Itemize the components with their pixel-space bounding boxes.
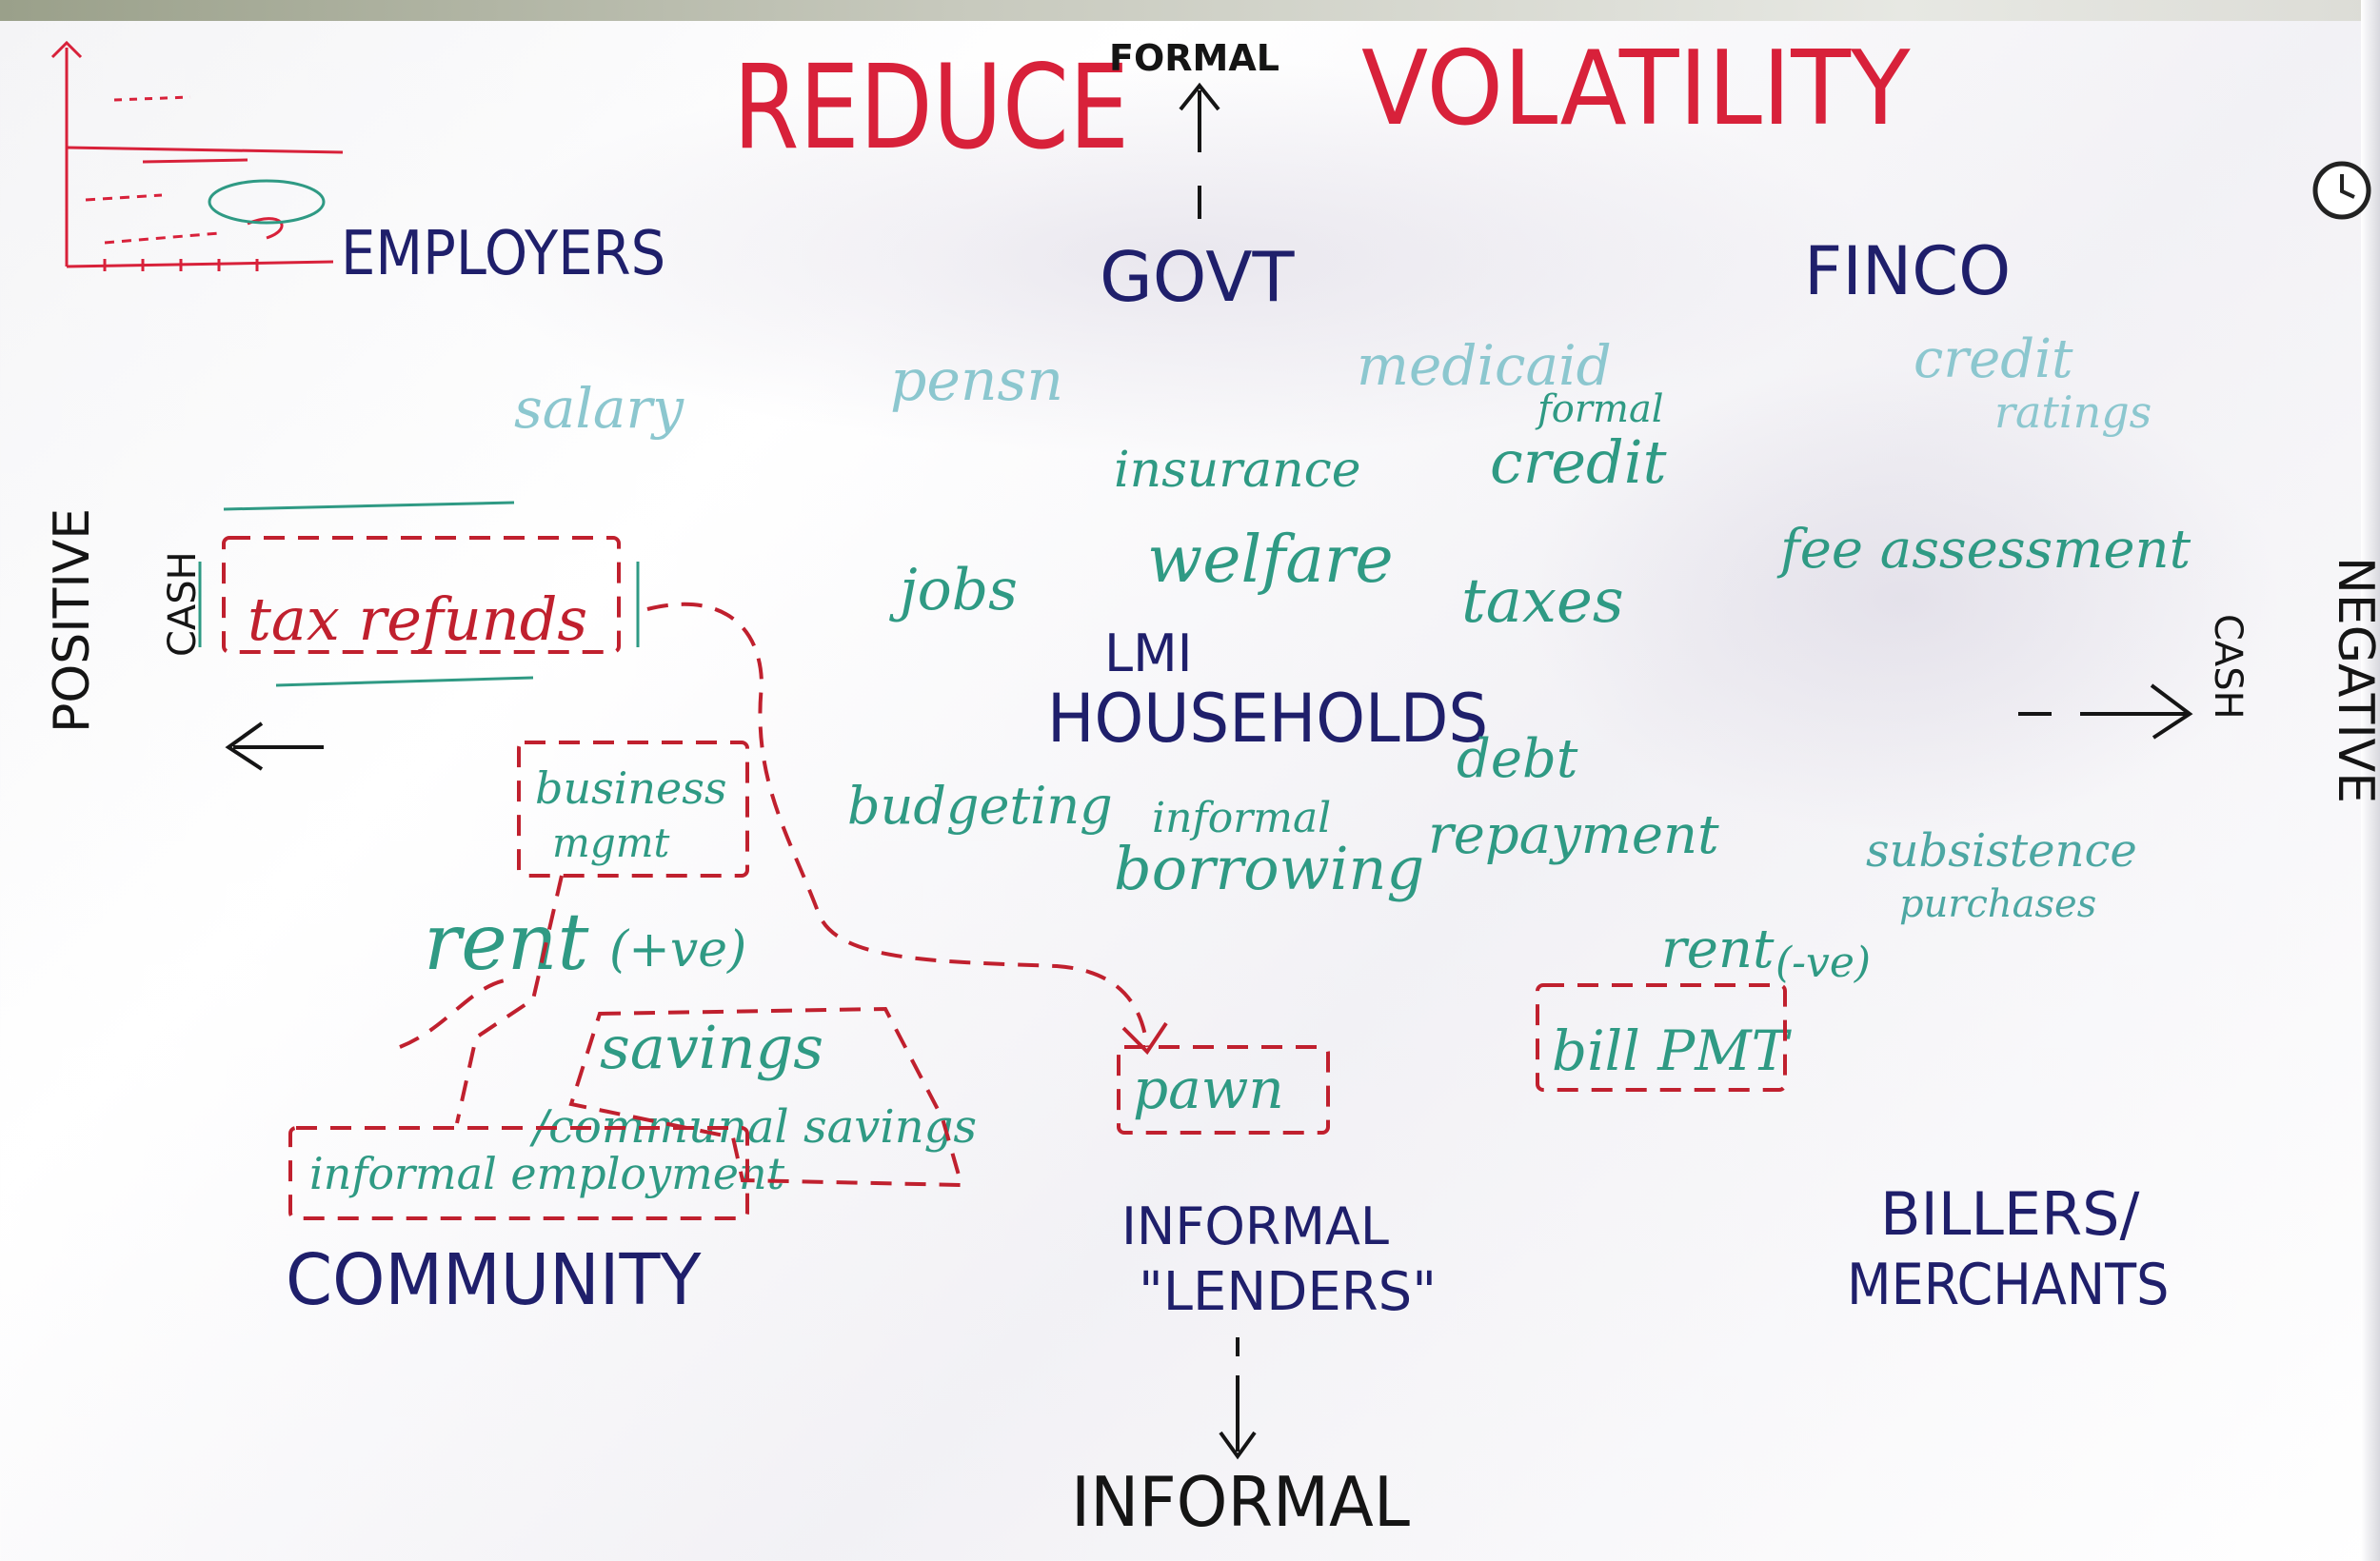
actor-employers: EMPLOYERS [341,219,666,289]
arrow-icon [1219,1337,1257,1460]
connector-line [399,978,506,1049]
positive-cash-label-line2: CASH [161,551,205,657]
flow-medicaid: medicaid [1357,333,1612,398]
flow-debt: debt [1457,728,1578,790]
actor-informal-lenders-line1: INFORMAL [1121,1196,1390,1256]
flow-informal-employment: informal employment [309,1148,785,1199]
clock-icon [2312,161,2371,220]
actor-community: COMMUNITY [286,1239,702,1321]
negative-cash-label: NEGATIVE [2327,557,2380,804]
positive-cash-label: POSITIVE [44,507,101,733]
flow-purchases: purchases [1899,882,2097,926]
flow-formal: formal [1537,387,1664,431]
actor-households: HOUSEHOLDS [1047,680,1489,758]
whiteboard: REDUCE FORMAL VOLATILITY EMPLOYERS GOVT … [0,0,2380,1561]
flow-fee-assessment: fee assessment [1780,519,2192,581]
whiteboard-frame [0,0,2380,21]
flow-insurance: insurance [1114,442,1361,499]
flow-budgeting: budgeting [847,776,1113,836]
flow-subsistence: subsistence [1866,824,2137,878]
flow-jobs: jobs [900,557,1018,623]
arrow-icon [225,721,324,771]
negative-cash-label-line2: CASH [2206,614,2250,720]
flow-repayment: repayment [1428,804,1719,866]
flow-savings: savings [600,1013,824,1082]
flow-rent-negative-note: (-ve) [1775,939,1872,987]
flow-rent-positive: rent [424,898,589,988]
actor-govt: GOVT [1100,237,1295,317]
flow-bill-pmt: bill PMT [1552,1018,1789,1083]
title-volatility: VOLATILITY [1361,30,1911,148]
flow-credit-formal: credit [1490,427,1667,497]
formal-label: FORMAL [1109,37,1279,79]
flow-pension: pensn [890,347,1063,414]
flow-pawn: pawn [1133,1057,1284,1121]
flow-business: business [535,762,727,814]
flow-welfare: welfare [1147,523,1394,598]
flow-rent-negative: rent [1661,919,1775,980]
informal-bottom-label: INFORMAL [1071,1462,1410,1542]
flow-borrowing: borrowing [1114,834,1425,903]
title-reduce: REDUCE [733,40,1130,175]
flow-rent-positive-note: (+ve) [609,921,747,978]
flow-ratings: ratings [1994,386,2152,438]
actor-billers: BILLERS/ [1880,1179,2140,1249]
flow-tax-refunds: tax refunds [248,584,588,654]
flow-salary: salary [514,376,684,441]
actor-merchants: MERCHANTS [1847,1252,2170,1318]
flow-credit: credit [1914,328,2073,390]
graph-sketch-icon [50,40,344,271]
flow-communal-savings: /communal savings [533,1100,978,1154]
flow-taxes: taxes [1461,566,1624,637]
actor-lmi: LMI [1104,623,1193,683]
actor-finco: FINCO [1804,232,2012,310]
flow-mgmt: mgmt [552,820,670,866]
actor-informal-lenders-line2: "LENDERS" [1139,1261,1437,1323]
